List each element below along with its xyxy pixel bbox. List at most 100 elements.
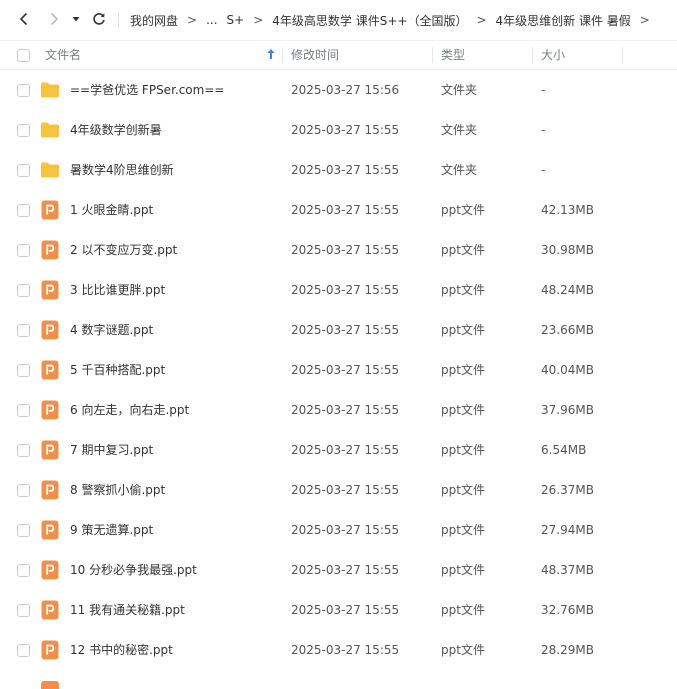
file-row[interactable]: 2 以不变应万变.ppt 2025-03-27 15:55 ppt文件 30.9…: [0, 230, 677, 270]
breadcrumb-item-current[interactable]: 4年级思维创新 课件 暑假: [496, 12, 631, 29]
ppt-icon: [40, 400, 60, 420]
row-checkbox[interactable]: [17, 244, 30, 257]
row-checkbox[interactable]: [17, 644, 30, 657]
ppt-icon: [40, 600, 60, 620]
breadcrumb-item-ellipsis[interactable]: ...: [206, 13, 217, 27]
file-name[interactable]: 6 向左走，向右走.ppt: [70, 390, 189, 430]
file-name[interactable]: 7 期中复习.ppt: [70, 430, 153, 470]
file-type: ppt文件: [441, 643, 485, 657]
row-checkbox[interactable]: [17, 364, 30, 377]
back-button[interactable]: [13, 8, 35, 30]
file-modified-time: 2025-03-27 15:55: [291, 203, 400, 217]
row-checkbox[interactable]: [17, 124, 30, 137]
toolbar-divider: [118, 12, 119, 28]
file-type: ppt文件: [441, 523, 485, 537]
row-checkbox[interactable]: [17, 404, 30, 417]
refresh-icon: [93, 13, 105, 25]
file-modified-time: 2025-03-27 15:55: [291, 443, 400, 457]
row-checkbox[interactable]: [17, 484, 30, 497]
row-checkbox[interactable]: [17, 604, 30, 617]
row-checkbox[interactable]: [17, 444, 30, 457]
file-size: 28.29MB: [541, 643, 594, 657]
file-name[interactable]: 4 数字谜题.ppt: [70, 310, 153, 350]
file-name[interactable]: 10 分秒必争我最强.ppt: [70, 550, 197, 590]
column-header-type[interactable]: 类型: [441, 41, 465, 69]
breadcrumb: 我的网盘 > ... S+ > 4年级高思数学 课件S++（全国版） > 4年级…: [130, 0, 670, 40]
file-row[interactable]: 11 我有通关秘籍.ppt 2025-03-27 15:55 ppt文件 32.…: [0, 590, 677, 630]
file-type: ppt文件: [441, 323, 485, 337]
file-modified-time: 2025-03-27 15:55: [291, 523, 400, 537]
column-header-modified[interactable]: 修改时间: [291, 41, 339, 69]
row-checkbox[interactable]: [17, 524, 30, 537]
file-type: ppt文件: [441, 363, 485, 377]
row-checkbox[interactable]: [17, 284, 30, 297]
file-list-header: 文件名 修改时间 类型 大小: [0, 40, 677, 70]
file-row[interactable]: 4 数字谜题.ppt 2025-03-27 15:55 ppt文件 23.66M…: [0, 310, 677, 350]
file-type: ppt文件: [441, 203, 485, 217]
column-header-size[interactable]: 大小: [541, 41, 565, 69]
breadcrumb-separator: >: [253, 13, 264, 27]
file-name[interactable]: 9 策无遗算.ppt: [70, 510, 153, 550]
file-row[interactable]: 7 期中复习.ppt 2025-03-27 15:55 ppt文件 6.54MB: [0, 430, 677, 470]
select-all-checkbox[interactable]: [17, 49, 30, 62]
column-divider[interactable]: [622, 47, 623, 63]
ppt-icon: [40, 360, 60, 380]
breadcrumb-item-grade4-course[interactable]: 4年级高思数学 课件S++（全国版）: [272, 12, 467, 29]
breadcrumb-separator: >: [476, 13, 487, 27]
file-row[interactable]: 9 策无遗算.ppt 2025-03-27 15:55 ppt文件 27.94M…: [0, 510, 677, 550]
column-header-name[interactable]: 文件名: [45, 41, 81, 69]
file-type: ppt文件: [441, 243, 485, 257]
file-name[interactable]: 1 火眼金睛.ppt: [70, 190, 153, 230]
file-type: ppt文件: [441, 483, 485, 497]
file-modified-time: 2025-03-27 15:55: [291, 643, 400, 657]
file-name[interactable]: 11 我有通关秘籍.ppt: [70, 590, 185, 630]
row-checkbox[interactable]: [17, 204, 30, 217]
file-name[interactable]: 暑数学4阶思维创新: [70, 150, 174, 190]
file-row[interactable]: ==学爸优选 FPSer.com== 2025-03-27 15:56 文件夹 …: [0, 70, 677, 110]
caret-down-icon: [72, 17, 80, 22]
file-row[interactable]: 1 火眼金睛.ppt 2025-03-27 15:55 ppt文件 42.13M…: [0, 190, 677, 230]
file-type: 文件夹: [441, 163, 478, 177]
column-divider[interactable]: [432, 47, 433, 63]
file-modified-time: 2025-03-27 15:55: [291, 403, 400, 417]
file-row[interactable]: 暑数学4阶思维创新 2025-03-27 15:55 文件夹 -: [0, 150, 677, 190]
forward-button[interactable]: [43, 8, 65, 30]
file-modified-time: 2025-03-27 15:55: [291, 563, 400, 577]
row-checkbox[interactable]: [17, 84, 30, 97]
file-name[interactable]: 8 警察抓小偷.ppt: [70, 470, 165, 510]
file-row[interactable]: 5 千百种搭配.ppt 2025-03-27 15:55 ppt文件 40.04…: [0, 350, 677, 390]
file-size: 42.13MB: [541, 203, 594, 217]
file-row[interactable]: 8 警察抓小偷.ppt 2025-03-27 15:55 ppt文件 26.37…: [0, 470, 677, 510]
breadcrumb-item-root[interactable]: 我的网盘: [130, 12, 178, 29]
file-name[interactable]: 5 千百种搭配.ppt: [70, 350, 165, 390]
history-dropdown-button[interactable]: [67, 8, 85, 30]
file-row[interactable]: 12 书中的秘密.ppt 2025-03-27 15:55 ppt文件 28.2…: [0, 630, 677, 670]
row-checkbox[interactable]: [17, 564, 30, 577]
file-name[interactable]: 2 以不变应万变.ppt: [70, 230, 177, 270]
file-row[interactable]: 3 比比谁更胖.ppt 2025-03-27 15:55 ppt文件 48.24…: [0, 270, 677, 310]
ppt-icon: [40, 320, 60, 340]
file-row[interactable]: 4年级数学创新暑 2025-03-27 15:55 文件夹 -: [0, 110, 677, 150]
ppt-icon: [40, 480, 60, 500]
row-checkbox[interactable]: [17, 164, 30, 177]
file-size: 6.54MB: [541, 443, 587, 457]
sort-ascending-icon[interactable]: [267, 48, 275, 63]
file-size: -: [541, 163, 546, 177]
refresh-button[interactable]: [88, 8, 110, 30]
breadcrumb-separator: >: [639, 13, 650, 27]
chevron-right-icon: [50, 12, 59, 26]
file-size: 37.96MB: [541, 403, 594, 417]
file-list: ==学爸优选 FPSer.com== 2025-03-27 15:56 文件夹 …: [0, 70, 677, 670]
file-name[interactable]: 3 比比谁更胖.ppt: [70, 270, 165, 310]
file-name[interactable]: 4年级数学创新暑: [70, 110, 162, 150]
file-name[interactable]: ==学爸优选 FPSer.com==: [70, 70, 224, 110]
file-name[interactable]: 12 书中的秘密.ppt: [70, 630, 173, 670]
breadcrumb-item-splus[interactable]: S+: [227, 13, 245, 27]
file-type: ppt文件: [441, 403, 485, 417]
file-row[interactable]: 10 分秒必争我最强.ppt 2025-03-27 15:55 ppt文件 48…: [0, 550, 677, 590]
file-size: 32.76MB: [541, 603, 594, 617]
row-checkbox[interactable]: [17, 324, 30, 337]
column-divider[interactable]: [282, 47, 283, 63]
file-row[interactable]: 6 向左走，向右走.ppt 2025-03-27 15:55 ppt文件 37.…: [0, 390, 677, 430]
column-divider[interactable]: [532, 47, 533, 63]
